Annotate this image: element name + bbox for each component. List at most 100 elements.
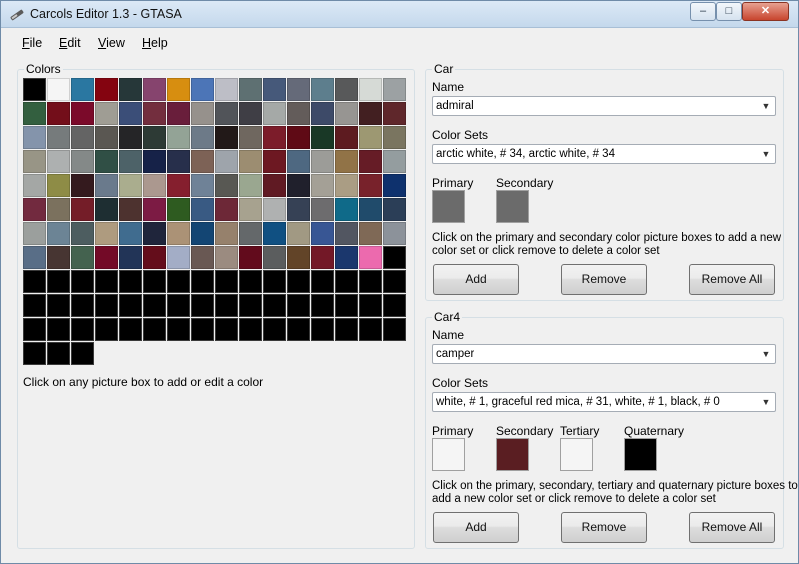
color-swatch[interactable] [167,102,190,125]
color-swatch[interactable] [287,294,310,317]
color-swatch[interactable] [191,174,214,197]
color-swatch[interactable] [167,126,190,149]
car4-quaternary-color-box[interactable] [624,438,657,471]
color-swatch[interactable] [383,270,406,293]
car4-add-button[interactable]: Add [433,512,519,543]
color-swatch[interactable] [311,174,334,197]
color-swatch[interactable] [47,270,70,293]
color-swatch[interactable] [167,78,190,101]
menu-edit[interactable]: Edit [59,36,81,50]
car4-primary-color-box[interactable] [432,438,465,471]
minimize-button[interactable]: – [690,2,716,21]
color-swatch[interactable] [23,318,46,341]
car-name-dropdown[interactable]: admiral ▼ [432,96,776,116]
color-swatch[interactable] [215,198,238,221]
color-swatch[interactable] [143,318,166,341]
color-swatch[interactable] [191,246,214,269]
color-swatch[interactable] [71,126,94,149]
color-swatch[interactable] [95,222,118,245]
color-swatch[interactable] [215,246,238,269]
color-swatch[interactable] [263,198,286,221]
color-swatch[interactable] [119,126,142,149]
color-swatch[interactable] [191,222,214,245]
color-swatch[interactable] [95,150,118,173]
color-swatch[interactable] [95,318,118,341]
color-swatch[interactable] [263,126,286,149]
color-swatch[interactable] [287,222,310,245]
menu-file[interactable]: File [22,36,42,50]
color-swatch[interactable] [215,270,238,293]
color-swatch[interactable] [335,126,358,149]
color-swatch[interactable] [287,150,310,173]
color-swatch[interactable] [311,102,334,125]
color-swatch[interactable] [215,78,238,101]
car-remove-all-button[interactable]: Remove All [689,264,775,295]
color-swatch[interactable] [143,270,166,293]
color-swatch[interactable] [359,174,382,197]
color-swatch[interactable] [263,78,286,101]
color-swatch[interactable] [215,318,238,341]
color-swatch[interactable] [47,150,70,173]
color-swatch[interactable] [383,246,406,269]
color-swatch[interactable] [143,126,166,149]
color-swatch[interactable] [311,150,334,173]
color-swatch[interactable] [215,102,238,125]
color-swatch[interactable] [71,294,94,317]
color-swatch[interactable] [71,270,94,293]
color-swatch[interactable] [95,78,118,101]
color-swatch[interactable] [143,150,166,173]
color-swatch[interactable] [335,246,358,269]
color-swatch[interactable] [167,222,190,245]
color-swatch[interactable] [23,78,46,101]
car-remove-button[interactable]: Remove [561,264,647,295]
color-swatch[interactable] [287,174,310,197]
color-swatch[interactable] [383,150,406,173]
car-primary-color-box[interactable] [432,190,465,223]
color-swatch[interactable] [47,222,70,245]
color-swatch[interactable] [335,222,358,245]
color-swatch[interactable] [239,270,262,293]
color-swatch[interactable] [239,246,262,269]
color-swatch[interactable] [71,150,94,173]
color-swatch[interactable] [119,294,142,317]
color-swatch[interactable] [71,342,94,365]
color-swatch[interactable] [23,174,46,197]
color-swatch[interactable] [335,294,358,317]
color-swatch[interactable] [95,294,118,317]
color-swatch[interactable] [383,222,406,245]
color-swatch[interactable] [335,102,358,125]
color-swatch[interactable] [95,198,118,221]
color-swatch[interactable] [23,102,46,125]
color-swatch[interactable] [23,198,46,221]
color-swatch[interactable] [311,78,334,101]
color-swatch[interactable] [215,126,238,149]
color-swatch[interactable] [287,102,310,125]
color-swatch[interactable] [335,150,358,173]
menu-view[interactable]: View [98,36,125,50]
color-swatch[interactable] [263,150,286,173]
color-swatch[interactable] [191,102,214,125]
color-swatch[interactable] [95,246,118,269]
color-swatch[interactable] [287,126,310,149]
color-swatch[interactable] [383,318,406,341]
color-swatch[interactable] [191,294,214,317]
color-swatch[interactable] [359,294,382,317]
color-swatch[interactable] [287,246,310,269]
color-swatch[interactable] [143,78,166,101]
color-swatch[interactable] [359,318,382,341]
color-swatch[interactable] [119,198,142,221]
color-swatch[interactable] [167,318,190,341]
color-swatch[interactable] [263,294,286,317]
color-swatch[interactable] [239,222,262,245]
color-swatch[interactable] [71,246,94,269]
color-swatch[interactable] [95,126,118,149]
color-swatch[interactable] [47,294,70,317]
car-color-sets-dropdown[interactable]: arctic white, # 34, arctic white, # 34 ▼ [432,144,776,164]
color-swatch[interactable] [191,78,214,101]
color-swatch[interactable] [119,222,142,245]
color-swatch[interactable] [239,102,262,125]
color-swatch[interactable] [287,318,310,341]
color-swatch[interactable] [47,246,70,269]
color-swatch[interactable] [263,246,286,269]
color-swatch[interactable] [359,78,382,101]
